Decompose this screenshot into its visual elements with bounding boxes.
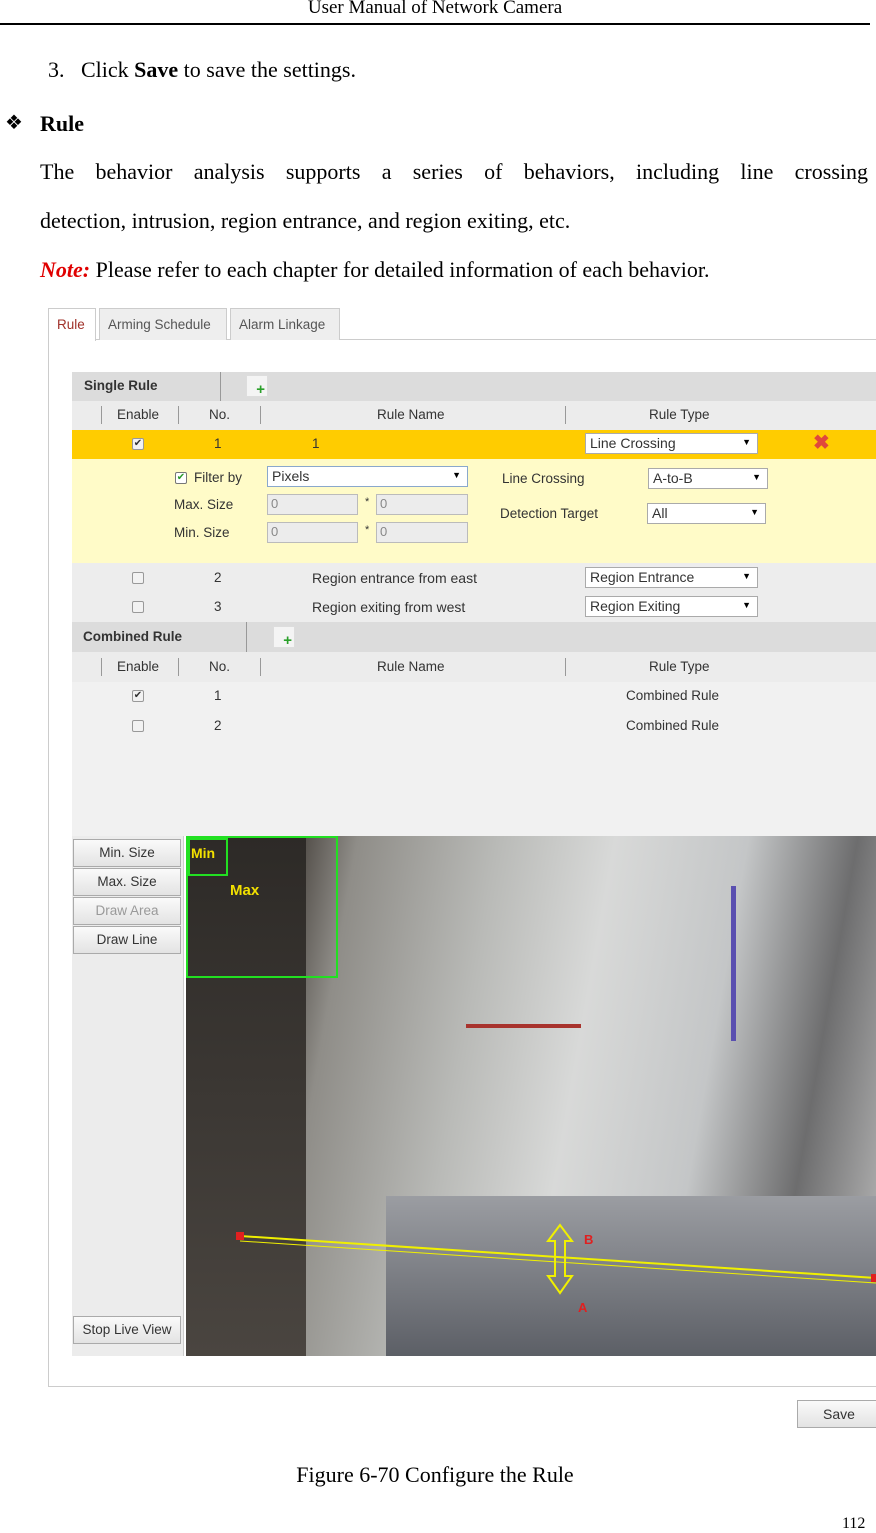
rule-name: Region exiting from west (312, 599, 466, 615)
draw-area-button[interactable]: Draw Area (73, 897, 181, 925)
rule-type: Combined Rule (626, 688, 720, 703)
step-bold: Save (134, 57, 179, 82)
col-rule-type: Rule Type (649, 659, 710, 674)
rule-no: 2 (214, 570, 222, 585)
rule-type-select[interactable]: Line Crossing (585, 433, 758, 454)
min-size-button[interactable]: Min. Size (73, 839, 181, 867)
diamond-bullet-icon: ❖ (5, 112, 23, 134)
col-sep (101, 658, 102, 676)
col-sep (260, 406, 261, 424)
delete-icon[interactable]: ✖ (813, 430, 830, 455)
enable-checkbox[interactable]: ✔ (132, 438, 144, 450)
line-crossing-label: Line Crossing (502, 471, 585, 486)
enable-checkbox[interactable]: ✔ (132, 690, 144, 702)
figure-caption: Figure 6-70 Configure the Rule (296, 1462, 574, 1487)
single-rule-title: Single Rule (84, 378, 158, 393)
rule-type: Combined Rule (626, 718, 720, 733)
filter-checkbox[interactable]: ✔ (175, 472, 187, 484)
side-a-label: A (578, 1300, 588, 1315)
col-sep (565, 658, 566, 676)
combined-rule-title: Combined Rule (83, 629, 183, 644)
add-combined-rule-icon[interactable] (273, 626, 295, 649)
col-rule-name: Rule Name (377, 659, 445, 674)
side-b-label: B (584, 1232, 594, 1247)
step-text-end: to save the settings. (178, 57, 356, 82)
line-endpoint-handle[interactable] (236, 1232, 244, 1240)
combined-rule-header (72, 652, 876, 682)
col-sep (178, 406, 179, 424)
max-width-input[interactable]: 0 (267, 494, 358, 515)
col-no: No. (209, 659, 231, 674)
combined-rule-bar (72, 622, 876, 652)
col-sep (101, 406, 102, 424)
step-number: 3. (48, 57, 65, 82)
max-size-button[interactable]: Max. Size (73, 868, 181, 896)
line-endpoint-handle[interactable] (871, 1274, 876, 1282)
divider (246, 622, 247, 652)
stop-live-view-button[interactable]: Stop Live View (73, 1316, 181, 1344)
times-sign: * (365, 496, 370, 508)
paragraph-line-2: detection, intrusion, region entrance, a… (40, 208, 571, 233)
rule-no: 1 (214, 436, 222, 451)
draw-line-button[interactable]: Draw Line (73, 926, 181, 954)
step-text: Click (81, 57, 135, 82)
max-height-input[interactable]: 0 (376, 494, 468, 515)
line-overlay[interactable] (186, 836, 876, 1356)
section-title: Rule (40, 111, 84, 136)
save-button[interactable]: Save (797, 1400, 876, 1428)
rule-type-select[interactable]: Region Entrance (585, 567, 758, 588)
times-sign: * (365, 524, 370, 536)
page-header: User Manual of Network Camera (307, 0, 563, 18)
note: Note: Please refer to each chapter for d… (40, 257, 709, 283)
enable-checkbox[interactable] (132, 720, 144, 732)
live-video[interactable]: Min Max B A (186, 836, 876, 1356)
col-no: No. (209, 407, 231, 422)
detection-target-label: Detection Target (500, 506, 599, 521)
filter-label: Filter by (194, 470, 243, 485)
col-sep (565, 406, 566, 424)
divider (220, 372, 221, 401)
note-text: Please refer to each chapter for detaile… (90, 257, 710, 282)
min-width-input[interactable]: 0 (267, 522, 358, 543)
enable-checkbox[interactable] (132, 601, 144, 613)
max-size-label: Max. Size (174, 497, 234, 512)
page-number: 112 (842, 1515, 866, 1532)
rule-type-select[interactable]: Region Exiting (585, 596, 758, 617)
min-height-input[interactable]: 0 (376, 522, 468, 543)
col-enable: Enable (117, 407, 160, 422)
tab-rule[interactable]: Rule (48, 308, 96, 341)
rule-no: 1 (214, 688, 222, 703)
col-enable: Enable (117, 659, 160, 674)
paragraph-line-1: The behavior analysis supports a series … (40, 159, 868, 184)
rule-no: 2 (214, 718, 222, 733)
col-rule-name: Rule Name (377, 407, 445, 422)
filter-select[interactable]: Pixels (267, 466, 468, 487)
crossing-line[interactable] (239, 1235, 876, 1279)
step-3: 3. Click Save to save the settings. (48, 57, 356, 83)
rule-name: Region entrance from east (312, 570, 477, 586)
col-rule-type: Rule Type (649, 407, 710, 422)
tab-alarm-linkage[interactable]: Alarm Linkage (230, 308, 340, 340)
single-rule-header (72, 401, 876, 430)
rule-name: 1 (312, 436, 320, 451)
single-rule-bar (72, 372, 876, 401)
direction-arrow-icon (546, 1223, 574, 1295)
detection-target-select[interactable]: All (647, 503, 766, 524)
header-rule (0, 23, 870, 25)
note-label: Note: (40, 257, 91, 282)
col-sep (178, 658, 179, 676)
combined-rule-list (72, 682, 876, 836)
direction-select[interactable]: A-to-B (648, 468, 768, 489)
tab-arming-schedule[interactable]: Arming Schedule (99, 308, 227, 340)
crossing-line-shadow (239, 1240, 876, 1284)
min-size-label: Min. Size (174, 525, 230, 540)
enable-checkbox[interactable] (132, 572, 144, 584)
col-sep (260, 658, 261, 676)
add-rule-icon[interactable] (246, 375, 268, 398)
rule-no: 3 (214, 599, 222, 614)
